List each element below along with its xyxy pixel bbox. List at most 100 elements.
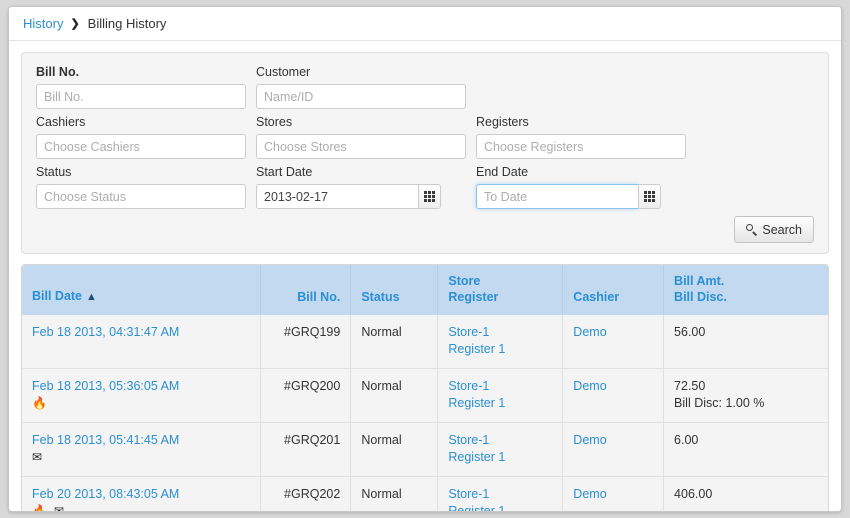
table-header: Bill Date ▲ Bill No. Status Store Registe…: [22, 265, 828, 315]
fire-icon[interactable]: 🔥: [32, 505, 47, 511]
field-group-status: Status: [36, 165, 246, 209]
column-header-bill-amount[interactable]: Bill Amt. Bill Disc.: [663, 265, 828, 315]
fire-icon[interactable]: 🔥: [32, 397, 47, 409]
bill-date-header-label: Bill Date: [32, 289, 83, 303]
registers-input[interactable]: [476, 134, 686, 159]
breadcrumb-current-billing-history: Billing History: [87, 16, 167, 31]
field-group-bill-no: Bill No.: [36, 65, 246, 109]
cell-store-register: Store-1 Register 1: [437, 476, 564, 511]
store-link[interactable]: Store-1: [448, 486, 552, 503]
registers-label: Registers: [476, 115, 529, 129]
search-button[interactable]: Search: [734, 216, 814, 243]
register-header-label: Register: [448, 290, 499, 304]
cell-status: Normal: [350, 476, 439, 511]
customer-input[interactable]: [256, 84, 466, 109]
cashier-link[interactable]: Demo: [573, 325, 606, 339]
bill-date-link[interactable]: Feb 20 2013, 08:43:05 AM: [32, 487, 179, 501]
cell-bill-amount: 56.00: [663, 315, 828, 369]
store-link[interactable]: Store-1: [448, 324, 552, 341]
store-header-label: Store: [448, 274, 481, 288]
register-link[interactable]: Register 1: [448, 449, 552, 466]
cell-store-register: Store-1 Register 1: [437, 368, 564, 423]
cell-bill-amount: 6.00: [663, 422, 828, 477]
store-link[interactable]: Store-1: [448, 378, 552, 395]
filter-row-3: Status Start Date End Date: [36, 165, 814, 209]
column-header-store-register[interactable]: Store Register: [437, 265, 564, 315]
cashier-link[interactable]: Demo: [573, 379, 606, 393]
cashier-link[interactable]: Demo: [573, 487, 606, 501]
table-row: Feb 18 2013, 05:36:05 AM 🔥 #GRQ200 Norma…: [22, 368, 828, 423]
filter-panel-wrapper: Bill No. Customer Cashiers Stores: [9, 41, 841, 254]
cell-cashier: Demo: [562, 315, 665, 369]
cell-bill-date: Feb 18 2013, 04:31:47 AM: [22, 315, 262, 369]
bill-discount-header-label: Bill Disc.: [674, 290, 727, 304]
column-header-cashier[interactable]: Cashier: [562, 265, 665, 315]
cell-status: Normal: [350, 315, 439, 369]
breadcrumb-link-history[interactable]: History: [23, 16, 63, 31]
row-icons: 🔥: [32, 397, 250, 409]
cell-bill-no: #GRQ201: [260, 422, 352, 477]
column-header-bill-date[interactable]: Bill Date ▲: [22, 265, 262, 315]
cashiers-input[interactable]: [36, 134, 246, 159]
column-header-status[interactable]: Status: [350, 265, 439, 315]
mail-icon[interactable]: ✉: [54, 505, 64, 511]
mail-icon[interactable]: ✉: [32, 451, 42, 463]
cell-status: Normal: [350, 368, 439, 423]
table-row: Feb 18 2013, 04:31:47 AM #GRQ199 Normal …: [22, 315, 828, 369]
cell-bill-date: Feb 18 2013, 05:41:45 AM ✉: [22, 422, 262, 477]
cell-store-register: Store-1 Register 1: [437, 315, 564, 369]
status-input[interactable]: [36, 184, 246, 209]
cell-bill-date: Feb 20 2013, 08:43:05 AM 🔥 ✉: [22, 476, 262, 511]
store-link[interactable]: Store-1: [448, 432, 552, 449]
bill-amount-value: 6.00: [674, 433, 699, 447]
register-link[interactable]: Register 1: [448, 341, 552, 358]
register-link[interactable]: Register 1: [448, 503, 552, 511]
bill-discount-value: Bill Disc: 1.00 %: [674, 396, 765, 410]
cell-bill-no: #GRQ200: [260, 368, 352, 423]
search-button-label: Search: [762, 222, 802, 237]
cashiers-label: Cashiers: [36, 115, 86, 129]
bill-date-link[interactable]: Feb 18 2013, 04:31:47 AM: [32, 325, 179, 339]
table-body: Feb 18 2013, 04:31:47 AM #GRQ199 Normal …: [22, 315, 828, 511]
bill-amount-value: 406.00: [674, 487, 713, 501]
field-group-registers: Registers: [476, 115, 686, 159]
register-link[interactable]: Register 1: [448, 395, 552, 412]
customer-label: Customer: [256, 65, 311, 79]
filter-row-2: Cashiers Stores Registers: [36, 115, 814, 159]
bill-date-link[interactable]: Feb 18 2013, 05:36:05 AM: [32, 379, 179, 393]
row-icons: 🔥 ✉: [32, 505, 250, 511]
table-row: Feb 20 2013, 08:43:05 AM 🔥 ✉ #GRQ202 Nor…: [22, 476, 828, 511]
cell-bill-no: #GRQ199: [260, 315, 352, 369]
field-group-end-date: End Date: [476, 165, 686, 209]
status-label: Status: [36, 165, 72, 179]
start-date-label: Start Date: [256, 165, 313, 179]
start-date-calendar-icon[interactable]: [418, 184, 441, 209]
search-row: Search: [36, 216, 814, 243]
cell-bill-amount: 406.00: [663, 476, 828, 511]
cell-store-register: Store-1 Register 1: [437, 422, 564, 477]
field-group-customer: Customer: [256, 65, 466, 109]
table-header-row: Bill Date ▲ Bill No. Status Store Registe…: [22, 265, 828, 315]
end-date-input[interactable]: [476, 184, 639, 209]
search-icon: [746, 224, 757, 235]
bill-amount-header-label: Bill Amt.: [674, 274, 725, 288]
stores-input[interactable]: [256, 134, 466, 159]
breadcrumb-separator-icon: ❯: [70, 18, 80, 30]
filter-panel: Bill No. Customer Cashiers Stores: [21, 52, 829, 254]
end-date-input-group: [476, 184, 661, 209]
stores-label: Stores: [256, 115, 293, 129]
cell-bill-no: #GRQ202: [260, 476, 352, 511]
bill-date-link[interactable]: Feb 18 2013, 05:41:45 AM: [32, 433, 179, 447]
filter-row-1: Bill No. Customer: [36, 65, 814, 109]
bill-no-input[interactable]: [36, 84, 246, 109]
end-date-label: End Date: [476, 165, 529, 179]
end-date-calendar-icon[interactable]: [638, 184, 661, 209]
bill-amount-value: 56.00: [674, 325, 706, 339]
sort-ascending-icon: ▲: [86, 291, 97, 303]
cashier-link[interactable]: Demo: [573, 433, 606, 447]
column-header-bill-no[interactable]: Bill No.: [260, 265, 352, 315]
bill-no-label: Bill No.: [36, 65, 80, 79]
start-date-input-group: [256, 184, 441, 209]
start-date-input[interactable]: [256, 184, 419, 209]
row-icons: ✉: [32, 451, 250, 463]
